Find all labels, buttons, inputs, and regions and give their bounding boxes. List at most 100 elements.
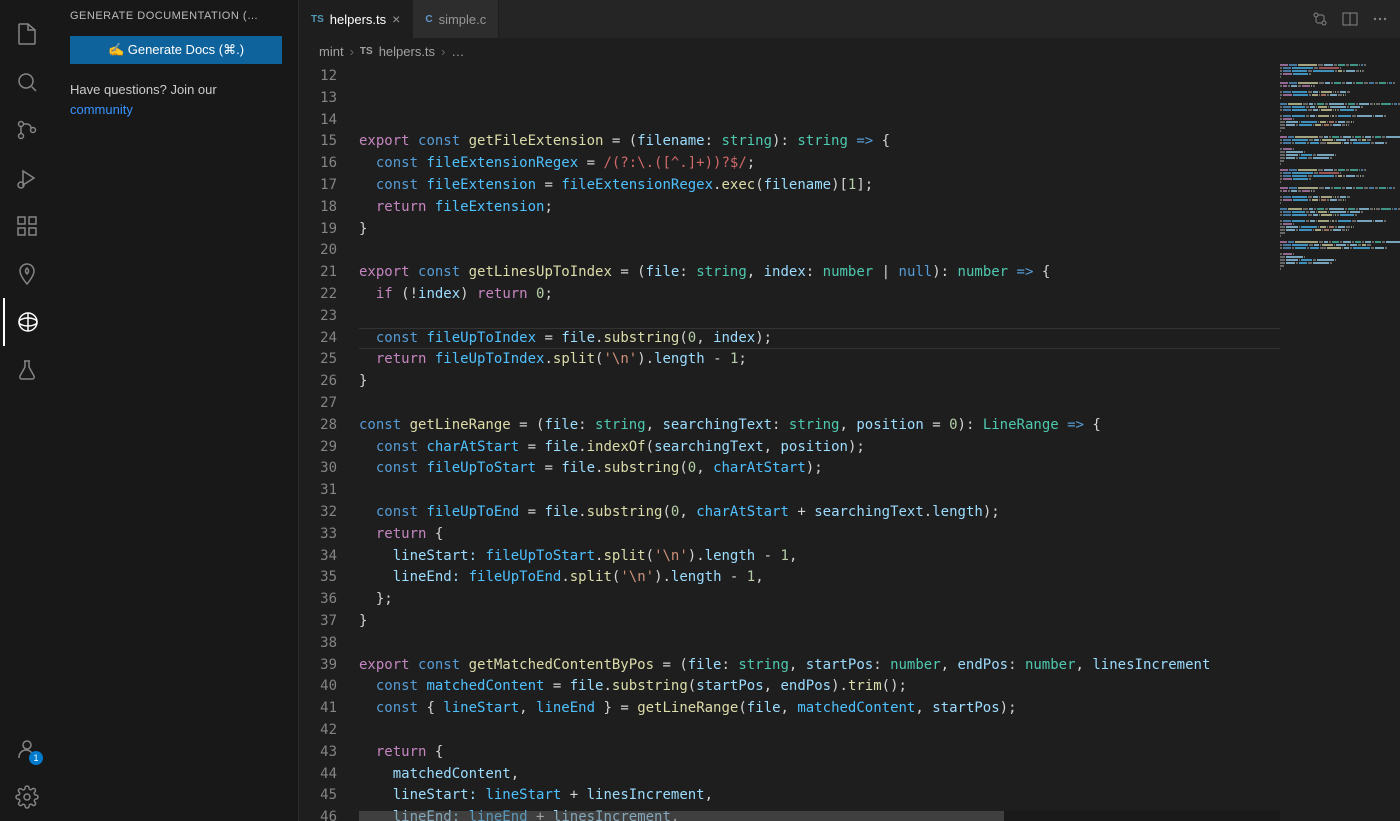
code-line[interactable]: if (!index) return 0; <box>359 284 1280 306</box>
run-debug-icon[interactable] <box>3 154 51 202</box>
line-number: 24 <box>299 328 337 350</box>
line-number: 18 <box>299 197 337 219</box>
code-line[interactable]: lineStart: lineStart + linesIncrement, <box>359 785 1280 807</box>
sidebar-help-text: Have questions? Join our community <box>70 80 282 119</box>
line-number: 12 <box>299 66 337 88</box>
code-line[interactable] <box>359 393 1280 415</box>
code-line[interactable]: return { <box>359 742 1280 764</box>
code-line[interactable]: export const getMatchedContentByPos = (f… <box>359 655 1280 677</box>
more-actions-icon[interactable] <box>1372 11 1388 27</box>
compare-changes-icon[interactable] <box>1312 11 1328 27</box>
code-line[interactable]: lineStart: fileUpToStart.split('\n').len… <box>359 546 1280 568</box>
line-number: 42 <box>299 720 337 742</box>
explorer-icon[interactable] <box>3 10 51 58</box>
line-number: 31 <box>299 480 337 502</box>
line-number: 36 <box>299 589 337 611</box>
code-line[interactable]: } <box>359 371 1280 393</box>
line-number: 35 <box>299 567 337 589</box>
source-control-icon[interactable] <box>3 106 51 154</box>
line-number: 43 <box>299 742 337 764</box>
tab-label: helpers.ts <box>330 12 386 27</box>
line-number: 27 <box>299 393 337 415</box>
search-icon[interactable] <box>3 58 51 106</box>
line-number: 40 <box>299 676 337 698</box>
code-line[interactable]: return { <box>359 524 1280 546</box>
code-line[interactable]: export const getFileExtension = (filenam… <box>359 131 1280 153</box>
code-line[interactable]: const fileUpToEnd = file.substring(0, ch… <box>359 502 1280 524</box>
line-number: 33 <box>299 524 337 546</box>
breadcrumb-symbol[interactable]: … <box>451 44 464 59</box>
community-link[interactable]: community <box>70 102 133 117</box>
code-line[interactable]: } <box>359 219 1280 241</box>
generate-docs-button[interactable]: ✍️ Generate Docs (⌘.) <box>70 36 282 64</box>
beaker-icon[interactable] <box>3 346 51 394</box>
code-line[interactable]: const matchedContent = file.substring(st… <box>359 676 1280 698</box>
line-number: 19 <box>299 219 337 241</box>
code-line[interactable]: const charAtStart = file.indexOf(searchi… <box>359 437 1280 459</box>
env-icon[interactable] <box>3 250 51 298</box>
line-number: 21 <box>299 262 337 284</box>
line-number: 28 <box>299 415 337 437</box>
docs-ext-icon[interactable] <box>3 298 51 346</box>
code-line[interactable]: const fileExtension = fileExtensionRegex… <box>359 175 1280 197</box>
code-line[interactable]: const fileUpToIndex = file.substring(0, … <box>359 328 1280 350</box>
code-line[interactable]: matchedContent, <box>359 764 1280 786</box>
lang-badge: C <box>425 14 432 25</box>
breadcrumb-file[interactable]: helpers.ts <box>379 44 435 59</box>
code-line[interactable]: } <box>359 611 1280 633</box>
split-editor-icon[interactable] <box>1342 11 1358 27</box>
code-line[interactable]: return fileExtension; <box>359 197 1280 219</box>
code-line[interactable] <box>359 720 1280 742</box>
code-line[interactable] <box>359 480 1280 502</box>
scrollbar-thumb[interactable] <box>359 811 1004 821</box>
line-number: 23 <box>299 306 337 328</box>
activity-bar: 1 <box>0 0 54 821</box>
code-line[interactable] <box>359 240 1280 262</box>
line-gutter: 1213141516171819202122232425262728293031… <box>299 64 359 821</box>
tab-simple-c[interactable]: Csimple.c <box>413 0 499 38</box>
code-line[interactable]: lineEnd: fileUpToEnd.split('\n').length … <box>359 567 1280 589</box>
line-number: 15 <box>299 131 337 153</box>
editor-body[interactable]: 1213141516171819202122232425262728293031… <box>299 64 1400 821</box>
sidebar-title: GENERATE DOCUMENTATION (… <box>70 10 282 22</box>
code-line[interactable]: export const getLinesUpToIndex = (file: … <box>359 262 1280 284</box>
breadcrumb-lang: TS <box>360 46 373 57</box>
line-number: 20 <box>299 240 337 262</box>
line-number: 46 <box>299 807 337 821</box>
code-line[interactable]: const fileExtensionRegex = /(?:\.([^.]+)… <box>359 153 1280 175</box>
extensions-icon[interactable] <box>3 202 51 250</box>
line-number: 32 <box>299 502 337 524</box>
code-line[interactable]: const fileUpToStart = file.substring(0, … <box>359 458 1280 480</box>
line-number: 37 <box>299 611 337 633</box>
line-number: 45 <box>299 785 337 807</box>
line-number: 16 <box>299 153 337 175</box>
settings-gear-icon[interactable] <box>3 773 51 821</box>
line-number: 30 <box>299 458 337 480</box>
breadcrumbs[interactable]: mint › TS helpers.ts › … <box>299 38 1400 64</box>
tab-label: simple.c <box>439 12 487 27</box>
horizontal-scrollbar[interactable] <box>359 811 1280 821</box>
line-number: 26 <box>299 371 337 393</box>
editor-area: TS helpers.ts × Csimple.c mint › TS helpers… <box>299 0 1400 821</box>
code-line[interactable]: }; <box>359 589 1280 611</box>
tab-actions <box>1312 0 1400 38</box>
line-number: 34 <box>299 546 337 568</box>
line-number: 39 <box>299 655 337 677</box>
code-content[interactable]: export const getFileExtension = (filenam… <box>359 64 1280 821</box>
code-line[interactable] <box>359 633 1280 655</box>
code-line[interactable] <box>359 306 1280 328</box>
breadcrumb-folder[interactable]: mint <box>319 44 344 59</box>
tab-helpers-ts[interactable]: TShelpers.ts× <box>299 0 413 38</box>
close-icon[interactable]: × <box>392 11 400 27</box>
minimap[interactable] <box>1280 64 1400 821</box>
line-number: 41 <box>299 698 337 720</box>
code-line[interactable]: const { lineStart, lineEnd } = getLineRa… <box>359 698 1280 720</box>
accounts-icon[interactable]: 1 <box>3 725 51 773</box>
code-line[interactable]: return fileUpToIndex.split('\n').length … <box>359 349 1280 371</box>
line-number: 38 <box>299 633 337 655</box>
sidebar: GENERATE DOCUMENTATION (… ✍️ Generate Do… <box>54 0 299 821</box>
line-number: 44 <box>299 764 337 786</box>
tabs-bar: TShelpers.ts×Csimple.c <box>299 0 1400 38</box>
code-line[interactable]: const getLineRange = (file: string, sear… <box>359 415 1280 437</box>
accounts-badge: 1 <box>29 751 43 765</box>
